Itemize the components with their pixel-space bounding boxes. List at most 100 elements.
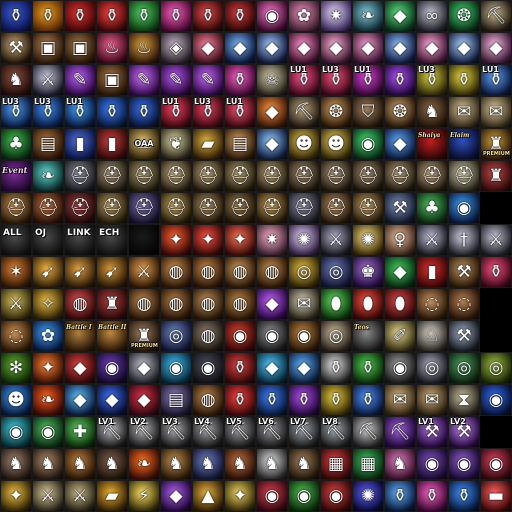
lv3-pickaxe-icon[interactable]: ⛏ LV3 <box>160 416 192 448</box>
amulet-icon[interactable]: ❂ <box>384 96 416 128</box>
blue-orb-icon[interactable]: ◉ <box>448 192 480 224</box>
helmet-icon[interactable]: ⛑ <box>224 160 256 192</box>
helmet-icon[interactable]: ⛑ <box>160 192 192 224</box>
pink-potion-icon[interactable]: ⚱ <box>224 64 256 96</box>
gold-bar-icon[interactable]: ▰ <box>192 128 224 160</box>
purple-pickaxe-icon[interactable]: ⛏ <box>384 416 416 448</box>
orb-icon[interactable]: ◉ <box>256 320 288 352</box>
green-sphere-icon[interactable]: ◉ <box>288 480 320 512</box>
green-seal-icon[interactable]: ◎ <box>448 352 480 384</box>
lv3-potion-icon[interactable]: ⚱ LU3 <box>416 64 448 96</box>
arrow-icon[interactable]: ➹ <box>64 256 96 288</box>
bread-icon[interactable]: ◌ <box>0 320 32 352</box>
helmet-icon[interactable]: ⛑ <box>256 160 288 192</box>
crossed-swords-icon[interactable]: ⚔ <box>32 480 64 512</box>
clover-icon[interactable]: ♣ <box>0 128 32 160</box>
lv5-pickaxe-icon[interactable]: ⛏ LV5 <box>224 416 256 448</box>
lightning-icon[interactable]: ⚡ <box>128 480 160 512</box>
fire-wing-icon[interactable]: ❧ <box>32 384 64 416</box>
lv3-potion-icon[interactable]: ⚱ LU3 <box>192 96 224 128</box>
pickaxe-icon[interactable]: ⛏ <box>288 96 320 128</box>
wing-icon[interactable]: ❧ <box>32 160 64 192</box>
purple-orb-icon[interactable]: ◉ <box>96 352 128 384</box>
lv1-potion-icon[interactable]: ⚱ LU1 <box>64 96 96 128</box>
red-sphere-icon[interactable]: ◉ <box>256 480 288 512</box>
pickaxe-icon[interactable]: ⛏ <box>480 0 512 32</box>
blue-potion-icon[interactable]: ⚱ <box>96 96 128 128</box>
red-book-icon[interactable]: ▮ <box>96 128 128 160</box>
silver-seal-icon[interactable]: ◎ <box>416 352 448 384</box>
oil-lamp-icon[interactable]: ♨ <box>128 32 160 64</box>
seal-icon[interactable]: ◍ <box>192 288 224 320</box>
dark-slot-icon[interactable] <box>128 224 160 256</box>
green-orb-icon[interactable]: ◉ <box>352 128 384 160</box>
crystal-cluster-icon[interactable]: ◆ <box>64 384 96 416</box>
gold-pile-icon[interactable]: ✦ <box>0 480 32 512</box>
wolf-mount-icon[interactable]: ♞ <box>32 448 64 480</box>
lv2-hammer-icon[interactable]: ⚒ LV2 <box>448 416 480 448</box>
helmet-icon[interactable]: ⛑ <box>288 192 320 224</box>
purple-potion-icon[interactable]: ⚱ <box>288 384 320 416</box>
bear-mount-icon[interactable]: ♞ <box>160 448 192 480</box>
pink-crystal-icon[interactable]: ◆ <box>416 32 448 64</box>
red-crystal-icon[interactable]: ◆ <box>64 352 96 384</box>
mana-potion-icon[interactable]: ⚱ <box>0 0 32 32</box>
lizard-icon[interactable]: ✻ <box>0 352 32 384</box>
helmet-icon[interactable]: ⛑ <box>96 160 128 192</box>
green-potion-icon[interactable]: ⚱ <box>352 352 384 384</box>
device-icon[interactable]: ▬ <box>480 480 512 512</box>
red-egg-icon[interactable]: ⬮ <box>384 288 416 320</box>
light-burst-icon[interactable]: ✷ <box>256 224 288 256</box>
fox-mount-icon[interactable]: ♞ <box>64 448 96 480</box>
purple-scroll-icon[interactable]: ✎ <box>192 64 224 96</box>
cookie-icon[interactable]: ◌ <box>448 288 480 320</box>
blue-book-icon[interactable]: ▮ <box>64 128 96 160</box>
galaxy-icon[interactable]: ✺ <box>352 480 384 512</box>
seal-icon[interactable]: ◍ <box>192 256 224 288</box>
green-orb-icon[interactable]: ◉ <box>32 416 64 448</box>
seal-icon[interactable]: ◍ <box>160 256 192 288</box>
red-potion-icon[interactable]: ⚱ <box>224 0 256 32</box>
axe-icon[interactable]: ⚒ <box>448 320 480 352</box>
green-potion-icon[interactable]: ⚱ <box>128 0 160 32</box>
crossed-swords-icon[interactable]: ⚔ <box>64 480 96 512</box>
skull-icon[interactable]: ☠ <box>256 64 288 96</box>
green-gem-icon[interactable]: ◆ <box>384 0 416 32</box>
blue-flower-icon[interactable]: ✿ <box>32 320 64 352</box>
lv1-potion-icon[interactable]: ⚱ LU1 <box>480 64 512 96</box>
pink-potion-icon[interactable]: ⚱ <box>160 0 192 32</box>
shaiya-banner-icon[interactable]: Shaiya <box>416 128 448 160</box>
oil-lamp-icon[interactable]: ♨ <box>96 32 128 64</box>
green-seal-icon[interactable]: ◎ <box>480 352 512 384</box>
helmet-icon[interactable]: ⛑ <box>352 192 384 224</box>
armor-icon[interactable]: ♜ <box>480 160 512 192</box>
helmet-icon[interactable]: ⛑ <box>96 192 128 224</box>
claw-icon[interactable]: ✶ <box>0 256 32 288</box>
flame-strike-icon[interactable]: ✦ <box>224 224 256 256</box>
spell-icon[interactable]: ✺ <box>352 224 384 256</box>
magic-sphere-icon[interactable]: ◉ <box>160 352 192 384</box>
lv8-pickaxe-icon[interactable]: ⛏ LV8 <box>320 416 352 448</box>
lv1-potion-icon[interactable]: ⚱ LU1 <box>352 64 384 96</box>
green-gem-icon[interactable]: ◆ <box>384 256 416 288</box>
pink-crystal-icon[interactable]: ◆ <box>480 32 512 64</box>
chest-icon[interactable]: ▤ <box>32 128 64 160</box>
clover-icon[interactable]: ♣ <box>416 192 448 224</box>
backpack-icon[interactable]: ▣ <box>96 64 128 96</box>
pink-mount-icon[interactable]: ♞ <box>384 448 416 480</box>
seal-icon[interactable]: ◍ <box>224 288 256 320</box>
teos-badge-icon[interactable]: Teos <box>352 320 384 352</box>
chest-icon[interactable]: ▤ <box>160 384 192 416</box>
blue-crystal-icon[interactable]: ◆ <box>384 32 416 64</box>
blue-crystal-icon[interactable]: ◆ <box>96 384 128 416</box>
fire-strike-icon[interactable]: ✦ <box>32 352 64 384</box>
orange-gem-icon[interactable]: ◆ <box>256 96 288 128</box>
bronze-orb-icon[interactable]: ◉ <box>288 320 320 352</box>
lv1-hammer-icon[interactable]: ⚒ LV1 <box>416 416 448 448</box>
gold-seal-icon[interactable]: ◎ <box>288 256 320 288</box>
rabbit-icon[interactable]: ♘ <box>416 320 448 352</box>
helmet-icon[interactable]: ⛑ <box>0 192 32 224</box>
green-egg-icon[interactable]: ⬮ <box>320 288 352 320</box>
white-tiger-mount-icon[interactable]: ♞ <box>256 448 288 480</box>
red-seal-icon[interactable]: ◍ <box>64 288 96 320</box>
